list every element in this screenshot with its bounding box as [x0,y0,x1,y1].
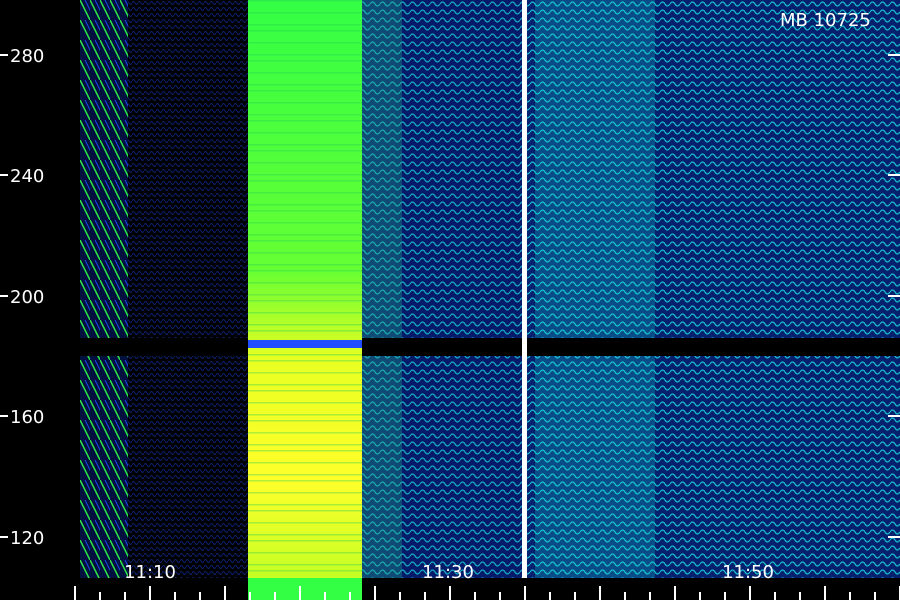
bright-band-line [248,264,362,266]
bright-band-line [248,522,362,524]
bright-band-line [248,174,362,176]
bright-band-line [248,312,362,314]
textured-edge [362,0,402,580]
bright-band-line [248,402,362,404]
bright-band-line [248,270,362,272]
bright-band-line [248,84,362,86]
bright-band-line [248,132,362,134]
bright-band-line [248,282,362,284]
bright-band-line [248,360,362,362]
separator-line [522,0,527,600]
bright-band-line [248,210,362,212]
bright-band-line [248,492,362,494]
bright-band-line [248,444,362,446]
bright-band-line [248,420,362,422]
sparse-region [128,0,248,580]
bottom-strip-bright [248,578,362,600]
bright-band-line [248,114,362,116]
station-stamp: MB 10725 [780,10,871,31]
bright-band-line [248,234,362,236]
bright-band-line [248,354,362,356]
x-tick-label: 11:50 [722,562,774,583]
bright-band-line [248,42,362,44]
bright-band-line [248,0,362,2]
x-tick-label: 11:30 [422,562,474,583]
bright-band-line [248,504,362,506]
bright-band-line [248,372,362,374]
bright-band-line [248,534,362,536]
bright-band-line [248,180,362,182]
gap-band-left [80,338,248,356]
bright-band-line [248,240,362,242]
bright-band-line [248,150,362,152]
bottom-strip [80,578,900,600]
spectrogram-panel: 280 240 200 160 120 11:10 11:30 11:50 MB 10725 [0,0,900,600]
y-tick-label: 160 [10,407,44,428]
gap-band-right [527,338,900,356]
bright-band-line [248,102,362,104]
bright-band-line [248,294,362,296]
bright-band-line [248,192,362,194]
gap-band-mid [362,338,522,356]
bright-band-line [248,90,362,92]
y-tick-label: 240 [10,166,44,187]
y-tick-label: 120 [10,528,44,549]
bright-band-line [248,204,362,206]
bright-band-line [248,30,362,32]
bright-band-line [248,474,362,476]
bright-band-line [248,120,362,122]
streak-region [80,0,128,580]
wave-highlight [535,0,655,580]
bright-band-line [248,54,362,56]
bright-band-line [248,414,362,416]
bright-band-line [248,540,362,542]
x-tick-label: 11:10 [124,562,176,583]
bright-band-line [248,300,362,302]
signal-field [0,0,900,600]
bright-band-line [248,510,362,512]
bright-band-line [248,60,362,62]
bright-band-line [248,390,362,392]
bright-band-line [248,144,362,146]
bright-band-line [248,12,362,14]
bright-band-line [248,24,362,26]
y-tick-label: 280 [10,46,44,67]
bright-band-line [248,480,362,482]
bright-band-line [248,162,362,164]
bright-band-line [248,570,362,572]
bright-band-line [248,222,362,224]
bright-band-line [248,72,362,74]
y-tick-label: 200 [10,287,44,308]
bright-band-line [248,324,362,326]
bright-band-line [248,552,362,554]
gap-band-bright [248,340,362,348]
bright-band-line [248,462,362,464]
bright-band-line [248,384,362,386]
bright-band-line [248,330,362,332]
bright-band-line [248,564,362,566]
bright-band-line [248,432,362,434]
bright-band-line [248,450,362,452]
bright-band-line [248,252,362,254]
